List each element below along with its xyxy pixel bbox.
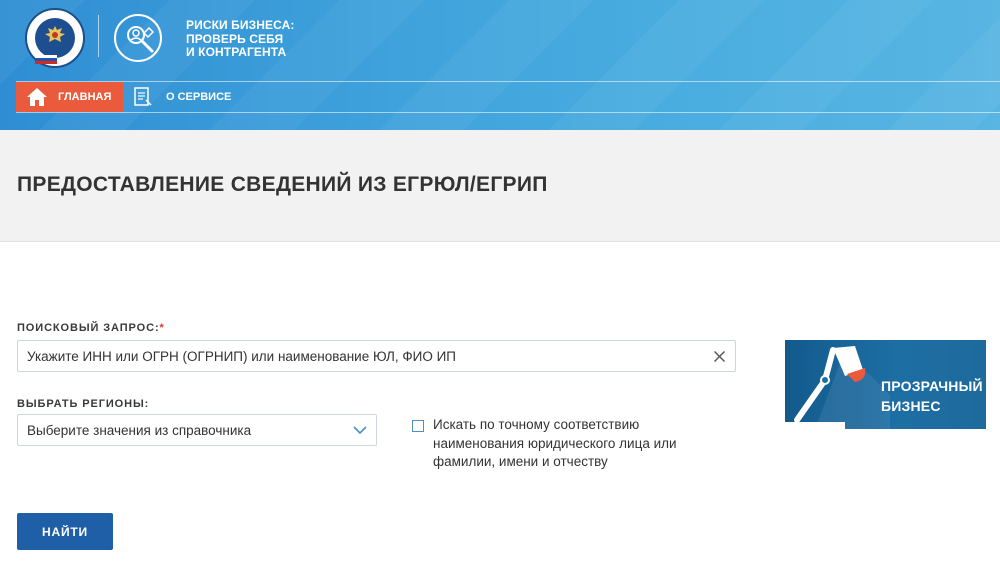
region-select[interactable]: Выберите значения из справочника xyxy=(17,414,377,446)
search-input[interactable] xyxy=(18,341,708,371)
brand-line-2: ПРОВЕРЬ СЕБЯ xyxy=(186,31,284,46)
required-mark: * xyxy=(159,322,165,334)
brand-title[interactable]: РИСКИ БИЗНЕСА: ПРОВЕРЬ СЕБЯ И КОНТРАГЕНТ… xyxy=(186,18,295,60)
banner-line-2: БИЗНЕС xyxy=(881,398,941,414)
home-icon xyxy=(27,88,47,106)
magnifier-icon xyxy=(127,26,155,53)
region-select-value: Выберите значения из справочника xyxy=(27,422,252,438)
logo-divider xyxy=(98,15,99,57)
clear-icon[interactable] xyxy=(713,350,726,363)
chevron-down-icon xyxy=(353,426,367,435)
banner-line-1: ПРОЗРАЧНЫЙ xyxy=(881,378,983,394)
find-button[interactable]: НАЙТИ xyxy=(17,513,113,550)
magnifier-wrench-icon[interactable] xyxy=(114,14,162,62)
nav-about-label: О СЕРВИСЕ xyxy=(166,91,232,103)
nav-home-tab[interactable]: ГЛАВНАЯ xyxy=(16,82,123,112)
nav-divider-bottom xyxy=(16,112,1000,113)
nav-home-label: ГЛАВНАЯ xyxy=(58,91,112,103)
site-header: РИСКИ БИЗНЕСА: ПРОВЕРЬ СЕБЯ И КОНТРАГЕНТ… xyxy=(0,0,1000,130)
nav-about-tab[interactable]: О СЕРВИСЕ xyxy=(132,82,231,112)
eagle-icon xyxy=(45,26,65,42)
exact-match-checkbox[interactable] xyxy=(412,420,424,432)
banner-text: ПРОЗРАЧНЫЙ БИЗНЕС xyxy=(881,376,983,416)
region-label: ВЫБРАТЬ РЕГИОНЫ: xyxy=(17,398,150,410)
document-icon xyxy=(134,87,152,106)
search-label: ПОИСКОВЫЙ ЗАПРОС:* xyxy=(17,322,165,334)
brand-line-3: И КОНТРАГЕНТА xyxy=(186,45,287,59)
search-label-text: ПОИСКОВЫЙ ЗАПРОС: xyxy=(17,322,160,334)
brand-line-1: РИСКИ БИЗНЕСА: xyxy=(186,18,295,32)
exact-match-label[interactable]: Искать по точному соответствию наименова… xyxy=(433,416,713,472)
page-title: ПРЕДОСТАВЛЕНИЕ СВЕДЕНИЙ ИЗ ЕГРЮЛ/ЕГРИП xyxy=(17,173,548,196)
transparent-business-banner[interactable]: ПРОЗРАЧНЫЙ БИЗНЕС xyxy=(785,340,986,429)
russian-flag-icon xyxy=(35,55,57,64)
page-title-bar: ПРЕДОСТАВЛЕНИЕ СВЕДЕНИЙ ИЗ ЕГРЮЛ/ЕГРИП xyxy=(0,130,1000,242)
search-field[interactable] xyxy=(17,340,736,372)
